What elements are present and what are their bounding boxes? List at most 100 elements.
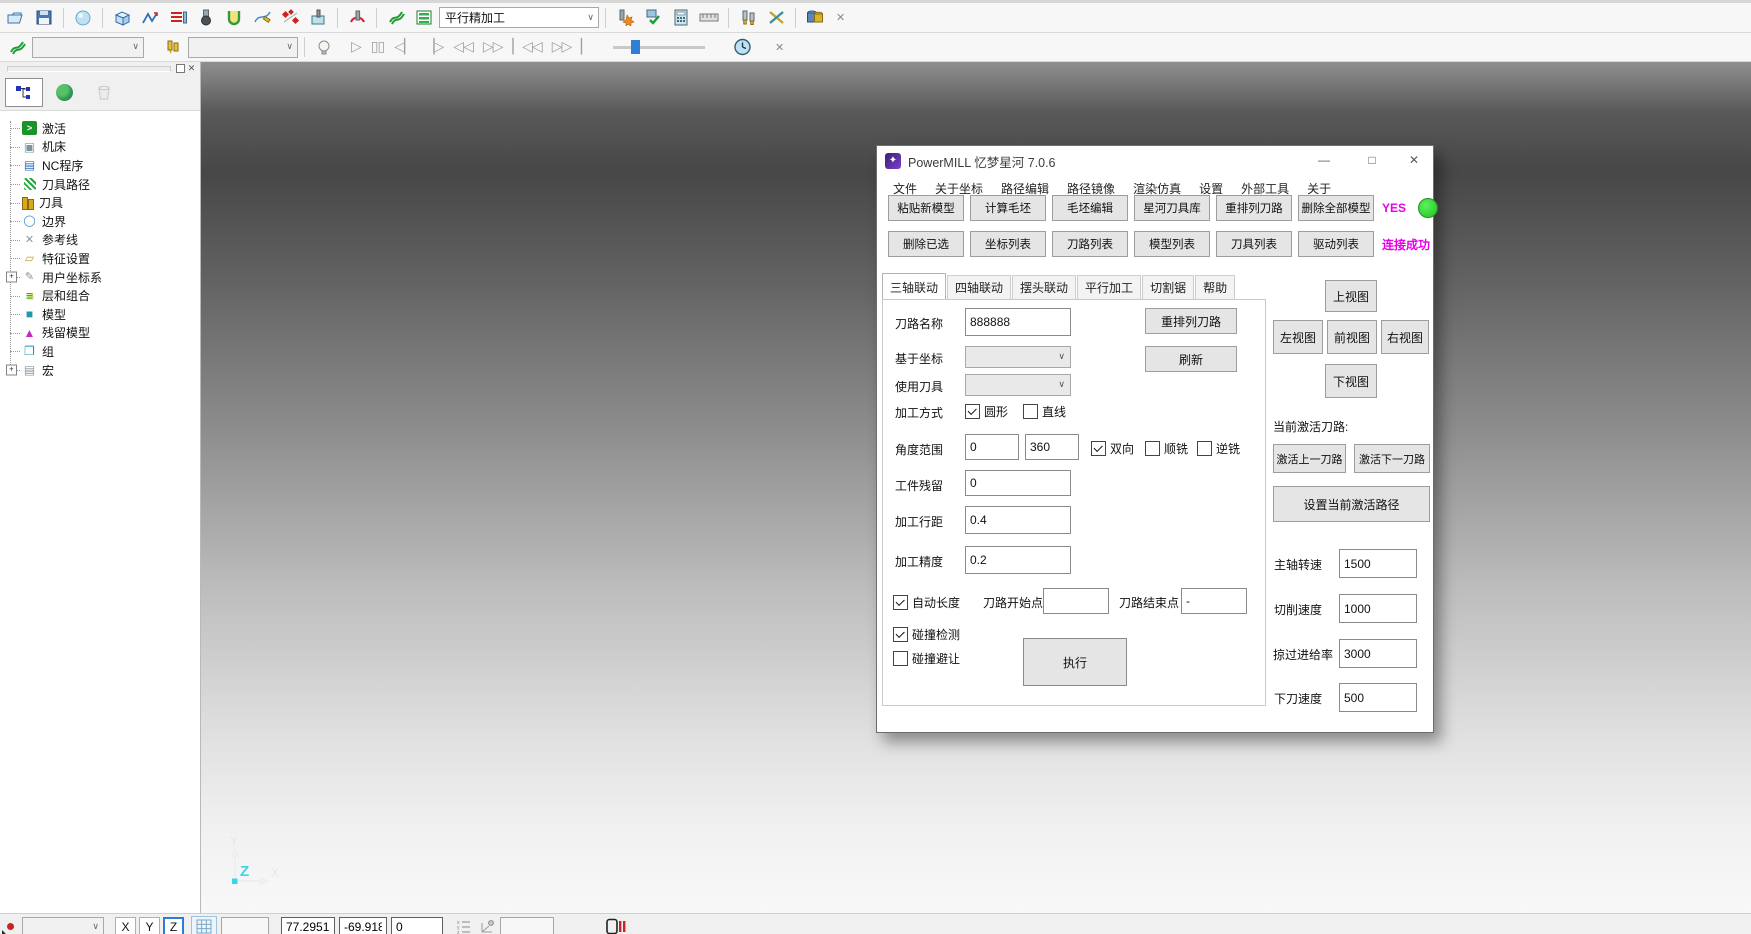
climb-mill-checkbox[interactable]: 顺铣	[1145, 440, 1188, 457]
line-mode-checkbox[interactable]: 直线	[1023, 403, 1066, 420]
toolpath-strategy-icon[interactable]	[137, 6, 163, 30]
coordinate-x-input[interactable]	[281, 917, 335, 934]
view-bottom-button[interactable]: 下视图	[1325, 364, 1377, 398]
y-axis-button[interactable]: Y	[139, 917, 160, 934]
tree-item-boundaries[interactable]: 边界	[0, 212, 200, 231]
bidirectional-checkbox[interactable]: 双向	[1091, 440, 1134, 457]
cutting-feed-input[interactable]	[1339, 594, 1417, 623]
block-edit-button[interactable]: 毛坯编辑	[1052, 195, 1128, 221]
tree-item-models[interactable]: 模型	[0, 305, 200, 324]
measure-ruler-icon[interactable]	[696, 6, 722, 30]
view-top-button[interactable]: 上视图	[1325, 280, 1377, 312]
toolpath-end-input[interactable]	[1181, 588, 1247, 614]
minimize-button[interactable]: —	[1315, 153, 1333, 167]
tree-item-stock-models[interactable]: 残留模型	[0, 324, 200, 343]
tab-help[interactable]: 帮助	[1195, 275, 1235, 299]
toolpath-ok-icon[interactable]	[640, 6, 666, 30]
grid-snap-button[interactable]	[191, 916, 217, 934]
model-list-button[interactable]: 模型列表	[1134, 231, 1210, 257]
base-coord-combobox[interactable]: ∨	[965, 346, 1071, 368]
coordinate-z-input[interactable]	[391, 917, 443, 934]
x-axis-button[interactable]: X	[115, 917, 136, 934]
tree-item-levels-and-sets[interactable]: 层和组合	[0, 286, 200, 305]
tab-4axis[interactable]: 四轴联动	[947, 275, 1011, 299]
tree-item-feature-sets[interactable]: 特征设置	[0, 249, 200, 268]
auto-length-checkbox[interactable]: 自动长度	[893, 594, 960, 611]
curve-editor-icon[interactable]	[249, 6, 275, 30]
strategy-combobox[interactable]: 平行精加工 ∨	[439, 7, 599, 28]
ball-tool-icon[interactable]	[193, 6, 219, 30]
go-end-icon[interactable]: ▷▷▕	[548, 39, 585, 55]
tab-explorer-tree[interactable]	[5, 78, 43, 107]
seek-forward-icon[interactable]: ▷▷	[479, 39, 507, 55]
toolpath-swirl-icon-2[interactable]	[4, 35, 30, 59]
toolbar2-close-icon[interactable]: ✕	[769, 41, 790, 54]
maximize-button[interactable]: □	[1363, 153, 1381, 167]
tree-item-machine-tools[interactable]: 机床	[0, 138, 200, 157]
open-project-icon[interactable]	[3, 6, 29, 30]
delete-selected-button[interactable]: 删除已选	[888, 231, 964, 257]
tree-item-macros[interactable]: 宏	[0, 361, 200, 380]
expand-plus-icon[interactable]	[6, 272, 17, 283]
tab-parallel[interactable]: 平行加工	[1077, 275, 1141, 299]
set-active-path-button[interactable]: 设置当前激活路径	[1273, 486, 1430, 522]
step-forward-icon[interactable]: ▕▷	[420, 39, 448, 55]
tool-list-button[interactable]: 刀具列表	[1216, 231, 1292, 257]
drive-list-button[interactable]: 驱动列表	[1298, 231, 1374, 257]
paste-new-model-button[interactable]: 粘贴新模型	[888, 195, 964, 221]
skim-feed-input[interactable]	[1339, 639, 1417, 668]
panel-grip[interactable]: ✕	[0, 62, 200, 75]
coord-list-button[interactable]: 坐标列表	[970, 231, 1046, 257]
z-axis-button[interactable]: Z	[163, 917, 184, 934]
tree-item-activate[interactable]: 激活	[0, 119, 200, 138]
block-icon[interactable]	[109, 6, 135, 30]
angle-to-input[interactable]	[1025, 434, 1079, 460]
collision-avoid-checkbox[interactable]: 碰撞避让	[893, 650, 960, 667]
view-front-button[interactable]: 前视图	[1327, 320, 1377, 354]
tool-pair-icon[interactable]	[735, 6, 761, 30]
circle-mode-checkbox[interactable]: 圆形	[965, 403, 1008, 420]
pattern-points-icon[interactable]	[277, 6, 303, 30]
use-tool-combobox[interactable]: ∨	[965, 374, 1071, 396]
save-project-icon[interactable]	[31, 6, 57, 30]
angle-from-input[interactable]	[965, 434, 1019, 460]
activate-prev-toolpath-button[interactable]: 激活上一刀路	[1273, 444, 1346, 473]
tab-recycle-bin[interactable]	[85, 78, 123, 107]
shaded-view-icon[interactable]	[70, 6, 96, 30]
tree-item-patterns[interactable]: 参考线	[0, 231, 200, 250]
tree-item-toolpaths[interactable]: 刀具路径	[0, 175, 200, 194]
lightbulb-icon[interactable]	[311, 35, 337, 59]
spindle-speed-input[interactable]	[1339, 549, 1417, 578]
stock-allowance-input[interactable]	[965, 470, 1071, 496]
slider-handle[interactable]	[631, 40, 640, 54]
resize-grip[interactable]	[2, 930, 9, 934]
delete-all-models-button[interactable]: 删除全部模型	[1298, 195, 1374, 221]
toolpath-list-button[interactable]: 刀路列表	[1052, 231, 1128, 257]
sim-toolpath-combobox[interactable]: ∨	[32, 37, 144, 58]
toolbar-close-icon[interactable]: ✕	[830, 11, 851, 24]
zlevel-icon[interactable]	[165, 6, 191, 30]
simulate-arc-icon[interactable]	[344, 6, 370, 30]
toolpath-name-input[interactable]	[965, 308, 1071, 336]
calc-block-button[interactable]: 计算毛坯	[970, 195, 1046, 221]
dialog-titlebar[interactable]: PowerMILL 忆梦星河 7.0.6 — □ ✕	[877, 146, 1433, 176]
collision-check-icon[interactable]	[221, 6, 247, 30]
panel-close-icon[interactable]: ✕	[186, 63, 197, 74]
compare-models-icon[interactable]	[802, 6, 828, 30]
tree-item-nc-programs[interactable]: NC程序	[0, 156, 200, 175]
sim-tool-combobox[interactable]: ∨	[188, 37, 298, 58]
tab-3axis[interactable]: 三轴联动	[882, 273, 946, 299]
calculator-icon[interactable]	[668, 6, 694, 30]
view-right-button[interactable]: 右视图	[1381, 320, 1429, 354]
close-button[interactable]: ✕	[1405, 153, 1423, 167]
seek-back-icon[interactable]: ◁◁	[449, 39, 477, 55]
tab-swivel-head[interactable]: 摆头联动	[1012, 275, 1076, 299]
tab-saw[interactable]: 切割锯	[1142, 275, 1194, 299]
tool-library-button[interactable]: 星河刀具库	[1134, 195, 1210, 221]
clock-icon[interactable]	[729, 35, 755, 59]
conventional-mill-checkbox[interactable]: 逆铣	[1197, 440, 1240, 457]
transform-arrows-icon[interactable]	[763, 6, 789, 30]
view-left-button[interactable]: 左视图	[1273, 320, 1323, 354]
step-back-icon[interactable]: ◁▏	[390, 39, 418, 55]
pause-icon[interactable]: ▯▯	[367, 39, 388, 55]
